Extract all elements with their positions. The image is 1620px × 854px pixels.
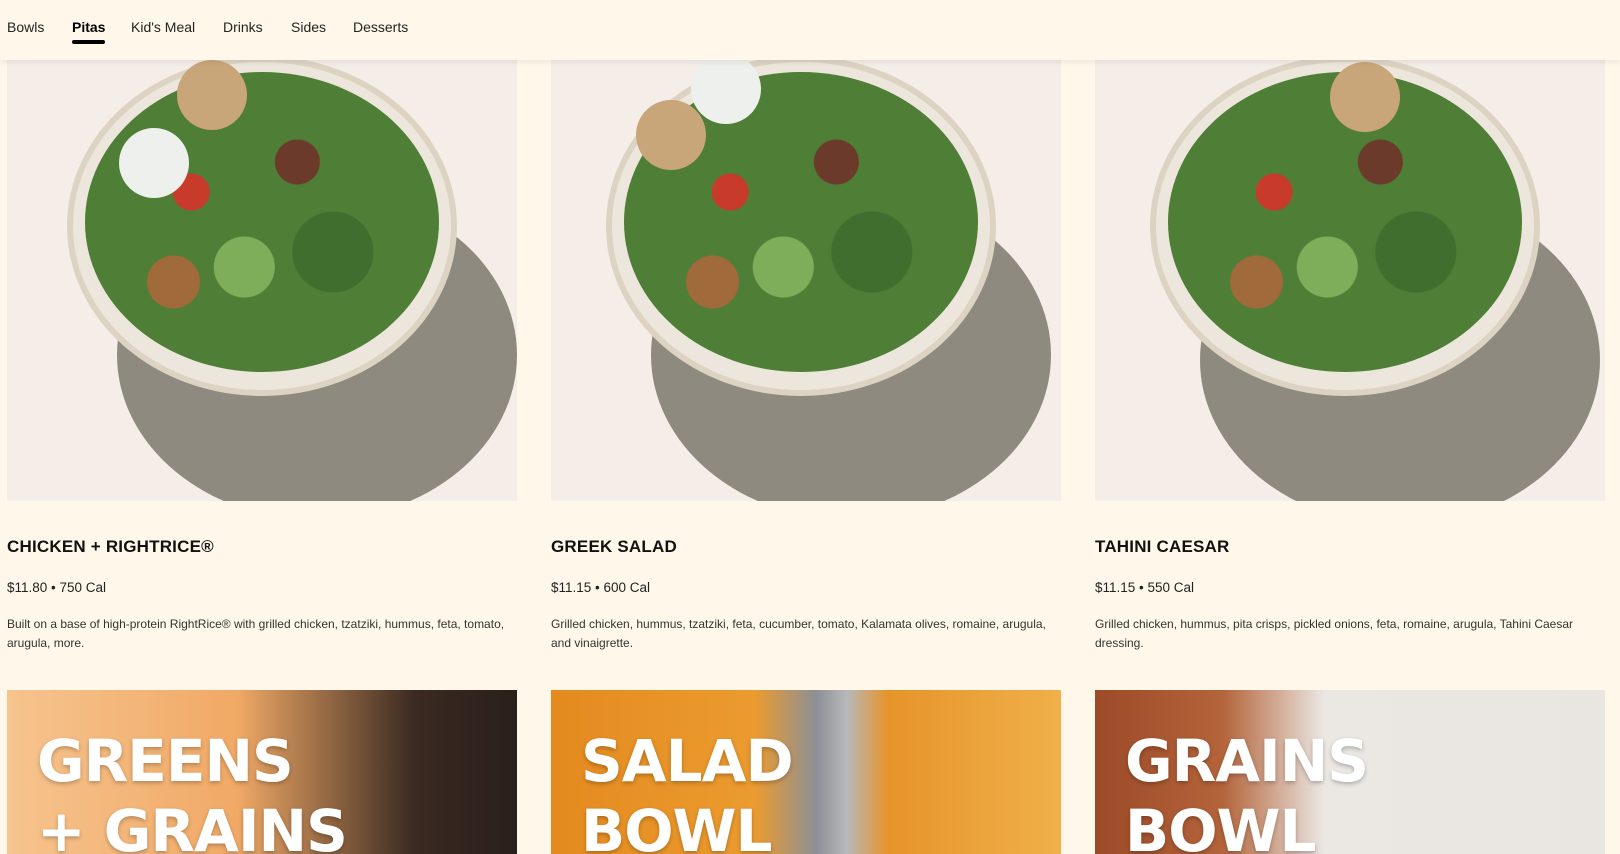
banner-title: GRAINS BOWL (1125, 726, 1369, 854)
menu-item-price: $11.15 • 600 Cal (551, 580, 651, 595)
menu-item-title[interactable]: GREEK SALAD (551, 537, 677, 557)
category-banner-salad-bowl[interactable]: SALAD BOWL (551, 690, 1061, 854)
menu-item-image[interactable] (7, 60, 517, 501)
hummus-scoop (177, 60, 247, 130)
tab-bowls-label: Bowls (7, 19, 45, 35)
category-nav: Bowls Pitas Kid's Meal Drinks Sides Dess… (0, 0, 1620, 60)
category-banner-grains-bowl[interactable]: GRAINS BOWL (1095, 690, 1605, 854)
menu-item-price: $11.80 • 750 Cal (7, 580, 107, 595)
tab-desserts[interactable]: Desserts (353, 19, 408, 35)
tab-kids-meal-label: Kid's Meal (131, 19, 196, 35)
tab-kids-meal[interactable]: Kid's Meal (131, 19, 195, 35)
tab-sides-label: Sides (291, 19, 327, 35)
tab-drinks-label: Drinks (223, 19, 263, 35)
banner-title: GREENS + GRAINS (37, 726, 348, 854)
banner-line-2: + GRAINS (37, 797, 348, 854)
menu-item-image[interactable] (1095, 60, 1605, 501)
banner-line-2: BOWL (1125, 797, 1316, 854)
menu-item-title[interactable]: CHICKEN + RIGHTRICE® (7, 537, 214, 557)
salad-ingredients (85, 72, 439, 372)
menu-item-image[interactable] (551, 60, 1061, 501)
tab-desserts-label: Desserts (353, 19, 409, 35)
tzatziki-scoop (119, 128, 189, 198)
banner-line-1: SALAD (581, 727, 794, 795)
tab-sides[interactable]: Sides (291, 19, 326, 35)
banner-title: SALAD BOWL (581, 726, 794, 854)
menu-item-description: Grilled chicken, hummus, tzatziki, feta,… (551, 617, 1046, 650)
scrollbar[interactable] (1604, 0, 1620, 854)
tab-drinks[interactable]: Drinks (223, 19, 263, 35)
banner-line-2: BOWL (581, 797, 772, 854)
menu-item-title[interactable]: TAHINI CAESAR (1095, 537, 1230, 557)
banner-line-1: GRAINS (1125, 727, 1369, 795)
menu-item-description: Grilled chicken, hummus, pita crisps, pi… (1095, 617, 1574, 650)
hummus-scoop (636, 100, 706, 170)
tab-bowls[interactable]: Bowls (7, 19, 44, 35)
menu-item-description: Built on a base of high-protein RightRic… (7, 617, 505, 650)
menu-item-price: $11.15 • 550 Cal (1095, 580, 1195, 595)
hummus-scoop (1330, 62, 1400, 132)
tab-pitas-label: Pitas (72, 19, 106, 35)
active-tab-indicator (72, 40, 106, 44)
banner-line-1: GREENS (37, 727, 294, 795)
tab-pitas[interactable]: Pitas (72, 19, 106, 44)
category-banner-greens-grains[interactable]: GREENS + GRAINS (7, 690, 517, 854)
